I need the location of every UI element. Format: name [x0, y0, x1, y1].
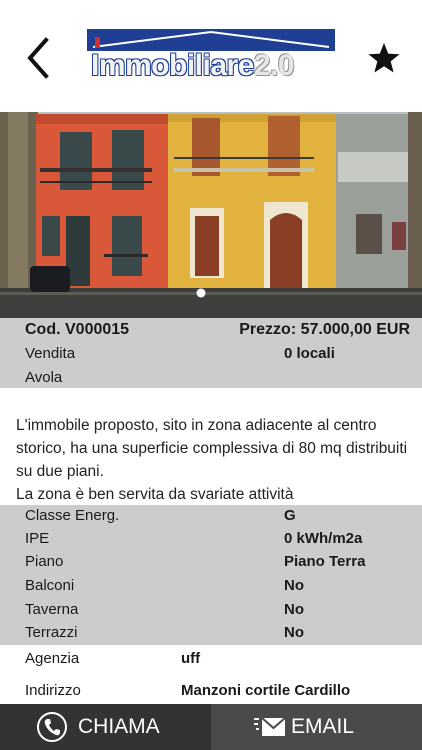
spec-label: Balconi — [25, 577, 75, 594]
spec-value: No — [284, 624, 304, 641]
property-photo[interactable] — [0, 112, 422, 318]
action-bar: CHIAMA EMAIL — [0, 704, 422, 750]
agency-value: uff — [181, 650, 201, 667]
description-text: L'immobile proposto, sito in zona adiace… — [16, 417, 408, 503]
spec-label: Taverna — [25, 601, 79, 618]
agency-panel: Agenzia uff Indirizzo Manzoni cortile Ca… — [0, 646, 422, 704]
contract-type: Vendita — [25, 345, 76, 362]
rooms-count: 0 locali — [284, 345, 335, 362]
summary-panel: Cod. V000015 Prezzo: 57.000,00 EUR Vendi… — [0, 318, 422, 388]
spec-value: G — [284, 507, 296, 524]
address-value: Manzoni cortile Cardillo — [181, 682, 351, 699]
email-label: EMAIL — [291, 715, 355, 738]
favorite-button[interactable] — [366, 40, 402, 76]
chevron-left-icon — [27, 37, 49, 79]
call-label: CHIAMA — [78, 715, 160, 738]
agency-label: Agenzia — [25, 650, 80, 667]
logo-roof-icon — [92, 30, 330, 48]
spec-value: 0 kWh/m2a — [284, 530, 363, 547]
property-description: L'immobile proposto, sito in zona adiace… — [16, 414, 412, 506]
spec-row-cellar: Taverna No — [0, 599, 422, 622]
logo-name: Immobiliare — [91, 49, 254, 82]
spec-label: Piano — [25, 553, 64, 570]
property-city: Avola — [25, 369, 63, 386]
specs-panel: Classe Energ. G IPE 0 kWh/m2a Piano Pian… — [0, 505, 422, 645]
spec-label: Terrazzi — [25, 624, 78, 641]
address-label: Indirizzo — [25, 682, 81, 699]
property-image — [0, 112, 422, 318]
spec-label: Classe Energ. — [25, 507, 120, 524]
spec-label: IPE — [25, 530, 50, 547]
spec-row-energy-class: Classe Energ. G — [0, 505, 422, 528]
envelope-icon — [254, 717, 286, 736]
spec-row-floor: Piano Piano Terra — [0, 551, 422, 574]
property-code: Cod. V000015 — [25, 321, 130, 338]
gallery-dot-active-icon[interactable] — [195, 287, 207, 299]
spec-value: No — [284, 601, 304, 618]
spec-row-balconies: Balconi No — [0, 575, 422, 598]
spec-value: Piano Terra — [284, 553, 366, 570]
spec-row-terraces: Terrazzi No — [0, 622, 422, 645]
logo-wordmark: Immobiliare2.0 — [91, 49, 295, 83]
call-button[interactable]: CHIAMA — [0, 704, 211, 750]
spec-value: No — [284, 577, 304, 594]
logo-version: 2.0 — [253, 49, 295, 82]
star-icon — [368, 43, 400, 73]
spec-row-ipe: IPE 0 kWh/m2a — [0, 528, 422, 551]
app-logo: Immobiliare2.0 — [87, 29, 335, 85]
back-button[interactable] — [22, 36, 58, 80]
app-header: Immobiliare2.0 — [0, 0, 422, 112]
email-button[interactable]: EMAIL — [211, 704, 422, 750]
phone-icon — [37, 712, 67, 742]
property-price: Prezzo: 57.000,00 EUR — [239, 321, 410, 338]
